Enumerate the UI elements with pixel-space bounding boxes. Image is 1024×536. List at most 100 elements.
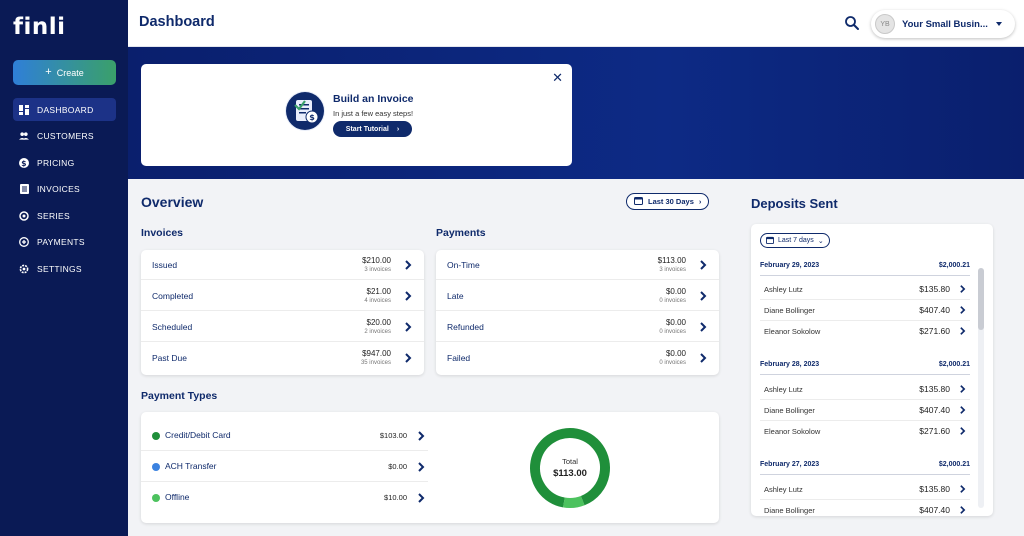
deposit-amount: $271.60	[919, 326, 950, 336]
row-count: 3 invoices	[364, 267, 391, 273]
chevron-down-icon: ⌄	[818, 237, 824, 245]
row-label: Late	[447, 291, 464, 301]
payment-type-row-ach[interactable]: ACH Transfer $0.00	[141, 452, 428, 482]
deposit-group-date: February 27, 2023	[760, 461, 819, 468]
row-count: 0 invoices	[659, 329, 686, 335]
payment-row-failed[interactable]: Failed $0.00 0 invoices	[436, 343, 719, 373]
deposit-amount: $271.60	[919, 426, 950, 436]
close-icon[interactable]: ✕	[552, 70, 563, 86]
create-button[interactable]: + Create	[13, 60, 116, 85]
gear-icon	[19, 264, 29, 274]
status-dot	[152, 494, 160, 502]
invoice-illustration-icon: $	[285, 91, 325, 131]
deposit-amount: $407.40	[919, 305, 950, 315]
overview-range-button[interactable]: Last 30 Days ›	[626, 193, 709, 210]
chevron-right-icon	[404, 290, 412, 302]
row-amount: $20.00	[367, 318, 391, 327]
chevron-right-icon	[959, 405, 966, 415]
deposit-amount: $135.80	[919, 284, 950, 294]
invoices-title: Invoices	[141, 227, 183, 239]
payment-type-label: Credit/Debit Card	[165, 430, 231, 440]
chevron-down-icon	[996, 22, 1002, 26]
row-count: 35 invoices	[361, 360, 391, 366]
payments-card: On-Time $113.00 3 invoices Late $0.00 0 …	[436, 250, 719, 375]
sidebar-item-dashboard[interactable]: DASHBOARD	[13, 98, 116, 121]
payment-type-row-card[interactable]: Credit/Debit Card $103.00	[141, 421, 428, 451]
deposit-customer: Ashley Lutz	[764, 285, 803, 294]
start-tutorial-button[interactable]: Start Tutorial ›	[333, 121, 412, 137]
row-count: 2 invoices	[364, 329, 391, 335]
sidebar-item-label: SERIES	[37, 211, 70, 221]
sidebar-item-label: SETTINGS	[37, 264, 82, 274]
overview-title: Overview	[141, 194, 203, 210]
sidebar-item-payments[interactable]: PAYMENTS	[13, 231, 116, 254]
row-amount: $947.00	[362, 349, 391, 358]
deposits-title: Deposits Sent	[751, 196, 838, 211]
deposit-row[interactable]: Eleanor Sokolow $271.60	[760, 421, 970, 442]
chevron-right-icon	[959, 305, 966, 315]
payment-type-amount: $10.00	[384, 493, 407, 502]
scrollbar-thumb[interactable]	[978, 268, 984, 330]
invoice-row-issued[interactable]: Issued $210.00 3 invoices	[141, 250, 424, 280]
dollar-circle-icon: $	[19, 158, 29, 168]
sidebar-item-label: INVOICES	[37, 184, 80, 194]
payments-title: Payments	[436, 227, 486, 239]
row-amount: $210.00	[362, 256, 391, 265]
finli-logo[interactable]: finli	[13, 14, 66, 40]
sidebar-item-label: DASHBOARD	[37, 105, 94, 115]
divider	[760, 275, 970, 276]
row-amount: $0.00	[666, 349, 686, 358]
payment-type-amount: $103.00	[380, 431, 407, 440]
deposit-row[interactable]: Ashley Lutz $135.80	[760, 279, 970, 300]
deposit-row[interactable]: Diane Bollinger $407.40	[760, 300, 970, 321]
row-label: Refunded	[447, 322, 484, 332]
deposit-row[interactable]: Ashley Lutz $135.80	[760, 479, 970, 500]
sidebar-item-customers[interactable]: CUSTOMERS	[13, 125, 116, 148]
row-count: 0 invoices	[659, 298, 686, 304]
chevron-right-icon	[404, 321, 412, 333]
status-dot	[152, 463, 160, 471]
invoice-icon	[19, 184, 29, 194]
sidebar-item-settings[interactable]: SETTINGS	[13, 257, 116, 280]
payment-type-label: ACH Transfer	[165, 461, 217, 471]
deposit-row[interactable]: Eleanor Sokolow $271.60	[760, 321, 970, 342]
deposits-range-button[interactable]: Last 7 days ⌄	[760, 233, 830, 248]
payment-type-amount: $0.00	[388, 462, 407, 471]
deposit-group-total: $2,000.21	[939, 461, 970, 468]
chevron-right-icon: ›	[699, 197, 702, 206]
deposit-row[interactable]: Diane Bollinger $407.40	[760, 400, 970, 421]
search-icon[interactable]	[844, 15, 860, 31]
row-count: 0 invoices	[659, 360, 686, 366]
chevron-right-icon	[699, 259, 707, 271]
divider	[760, 374, 970, 375]
account-menu[interactable]: YB Your Small Busin...	[871, 10, 1015, 38]
donut-total-value: $113.00	[553, 468, 587, 479]
chevron-right-icon	[699, 321, 707, 333]
invoice-row-completed[interactable]: Completed $21.00 4 invoices	[141, 281, 424, 311]
invoice-row-past-due[interactable]: Past Due $947.00 35 invoices	[141, 343, 424, 373]
chevron-right-icon	[959, 505, 966, 515]
payment-type-row-offline[interactable]: Offline $10.00	[141, 483, 428, 513]
row-amount: $0.00	[666, 318, 686, 327]
calendar-icon	[634, 196, 643, 207]
row-label: Failed	[447, 353, 470, 363]
chevron-right-icon	[417, 430, 425, 442]
chevron-right-icon	[959, 326, 966, 336]
chevron-right-icon	[959, 426, 966, 436]
invoice-row-scheduled[interactable]: Scheduled $20.00 2 invoices	[141, 312, 424, 342]
payment-row-refunded[interactable]: Refunded $0.00 0 invoices	[436, 312, 719, 342]
deposit-row[interactable]: Ashley Lutz $135.80	[760, 379, 970, 400]
build-invoice-banner: ✕ $ Build an Invoice In just a few easy …	[141, 64, 572, 166]
sidebar-item-series[interactable]: SERIES	[13, 204, 116, 227]
account-name: Your Small Busin...	[902, 19, 988, 30]
payment-types-card: Credit/Debit Card $103.00 ACH Transfer $…	[141, 412, 719, 523]
payment-row-on-time[interactable]: On-Time $113.00 3 invoices	[436, 250, 719, 280]
deposits-scrollbar[interactable]	[978, 268, 984, 508]
payment-row-late[interactable]: Late $0.00 0 invoices	[436, 281, 719, 311]
sidebar-item-pricing[interactable]: $ PRICING	[13, 151, 116, 174]
deposit-row[interactable]: Diane Bollinger $407.40	[760, 500, 970, 516]
grid-icon	[19, 105, 29, 115]
sidebar-item-invoices[interactable]: INVOICES	[13, 178, 116, 201]
chevron-right-icon	[959, 484, 966, 494]
banner-subtitle: In just a few easy steps!	[333, 109, 413, 118]
